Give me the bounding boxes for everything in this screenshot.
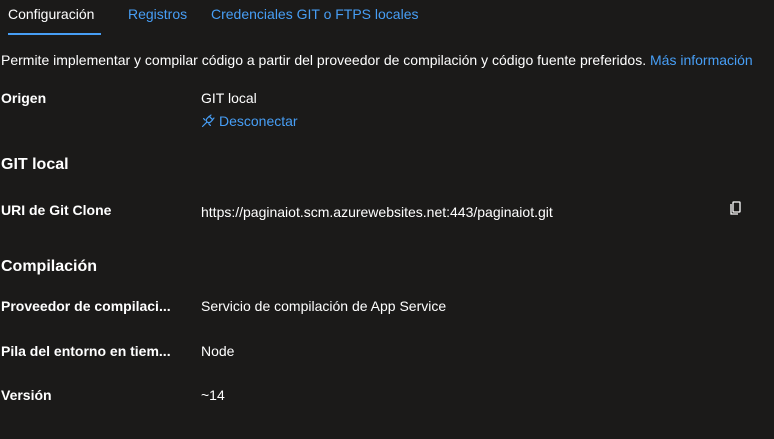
runtime-stack-value: Node bbox=[201, 343, 235, 359]
disconnect-label: Desconectar bbox=[219, 113, 298, 129]
version-value: ~14 bbox=[201, 387, 225, 403]
plug-disconnect-icon bbox=[201, 114, 215, 128]
more-info-link[interactable]: Más información bbox=[650, 52, 753, 68]
runtime-stack-label: Pila del entorno en tiem... bbox=[1, 343, 171, 359]
source-label: Origen bbox=[1, 90, 47, 106]
tab-bar: Configuración Registros Credenciales GIT… bbox=[0, 0, 774, 36]
git-local-title: GIT local bbox=[1, 156, 69, 173]
source-value: GIT local bbox=[201, 90, 257, 106]
build-provider-value: Servicio de compilación de App Service bbox=[201, 298, 447, 314]
tab-configuracion[interactable]: Configuración bbox=[8, 6, 101, 36]
build-title: Compilación bbox=[1, 258, 98, 275]
description-text: Permite implementar y compilar código a … bbox=[1, 52, 647, 68]
tab-credenciales[interactable]: Credenciales GIT o FTPS locales bbox=[211, 6, 419, 36]
tab-registros[interactable]: Registros bbox=[128, 6, 187, 36]
git-clone-value: https://paginaiot.scm.azurewebsites.net:… bbox=[201, 204, 553, 220]
build-provider-label: Proveedor de compilaci... bbox=[1, 298, 171, 314]
description: Permite implementar y compilar código a … bbox=[1, 52, 773, 68]
version-label: Versión bbox=[1, 387, 52, 403]
deployment-center-page: Configuración Registros Credenciales GIT… bbox=[0, 0, 774, 439]
git-clone-label: URI de Git Clone bbox=[1, 202, 112, 218]
disconnect-link[interactable]: Desconectar bbox=[201, 113, 298, 129]
copy-icon[interactable] bbox=[726, 200, 744, 218]
